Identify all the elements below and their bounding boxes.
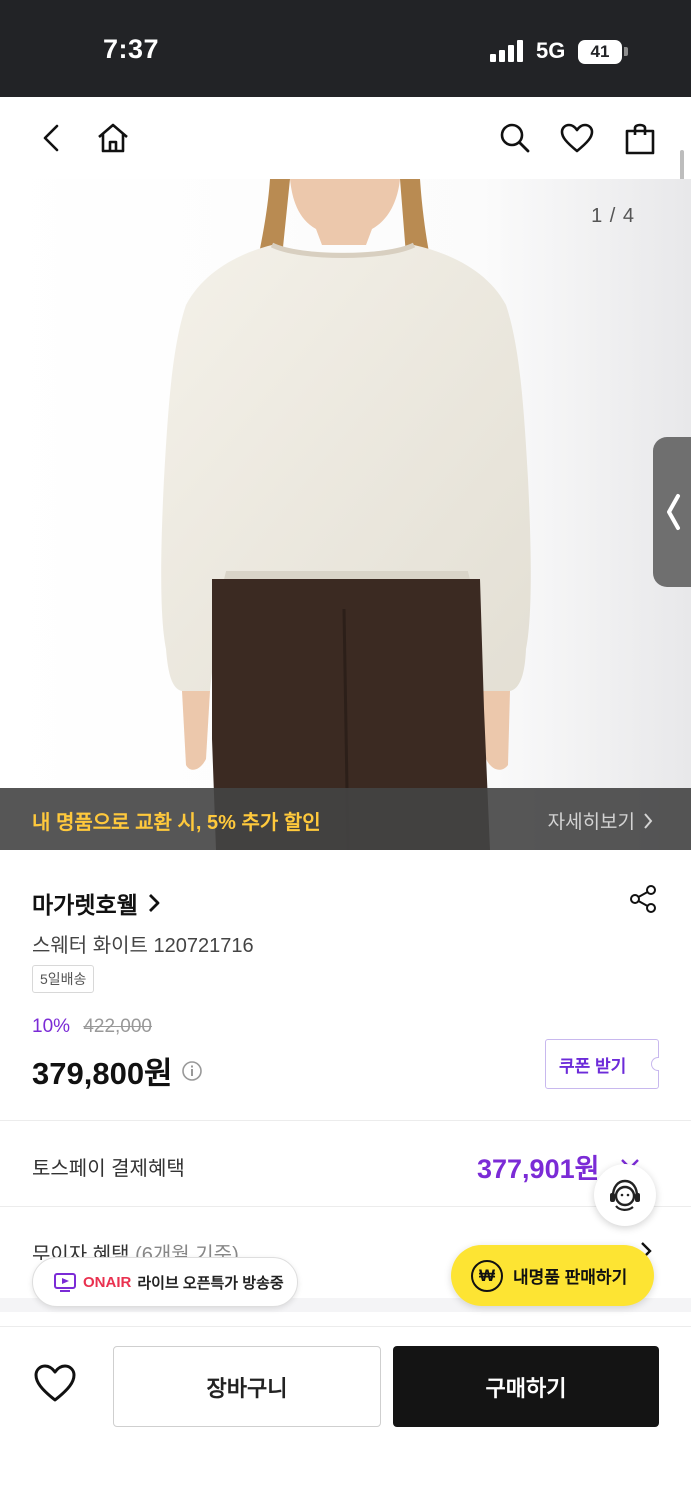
exchange-promo-banner[interactable]: 내 명품으로 교환 시, 5% 추가 할인 자세히보기 <box>0 788 691 850</box>
headset-agent-icon <box>610 1179 640 1211</box>
product-image-gallery[interactable]: 1 / 4 내 명품으로 교환 시, 5% 추가 할인 자세히보기 <box>0 179 691 850</box>
top-nav <box>0 97 691 179</box>
discount-rate: 10% <box>32 1016 71 1037</box>
chevron-left-icon <box>667 494 680 530</box>
promo-more-link[interactable]: 자세히보기 <box>548 807 653 834</box>
wishlist-button[interactable] <box>556 117 598 159</box>
live-tv-icon <box>54 1273 76 1292</box>
brand-link[interactable]: 마가렛호웰 <box>32 886 160 920</box>
search-button[interactable] <box>494 117 536 159</box>
product-name: 스웨터 화이트 120721716 <box>32 935 254 957</box>
sell-my-luxury-button[interactable]: ₩ 내명품 판매하기 <box>451 1245 654 1306</box>
share-button[interactable] <box>628 884 658 914</box>
buy-now-button[interactable]: 구매하기 <box>393 1346 659 1427</box>
side-panel-tab[interactable] <box>653 437 691 587</box>
toss-benefit-label: 토스페이 결제혜택 <box>32 1158 185 1180</box>
promo-text: 내 명품으로 교환 시, 5% 추가 할인 <box>32 812 321 834</box>
discount-row: 10% 422,000 <box>32 1016 152 1038</box>
divider <box>0 1206 691 1207</box>
add-to-cart-button[interactable]: 장바구니 <box>113 1346 381 1427</box>
toss-benefit-price[interactable]: 377,901원 <box>477 1147 599 1186</box>
live-onair-button[interactable]: ONAIR 라이브 오픈특가 방송중 <box>32 1257 298 1307</box>
coupon-label: 쿠폰 받기 <box>559 1056 627 1076</box>
product-photo <box>0 179 691 850</box>
home-button[interactable] <box>92 117 134 159</box>
signal-icon <box>490 40 524 62</box>
network-label: 5G <box>536 38 566 63</box>
shopping-bag-icon <box>625 123 655 155</box>
chevron-right-icon <box>644 812 653 829</box>
customer-support-button[interactable] <box>594 1164 656 1226</box>
bag-button[interactable] <box>619 117 661 159</box>
coupon-button[interactable]: 쿠폰 받기 <box>545 1039 659 1089</box>
heart-icon <box>560 123 594 153</box>
original-price: 422,000 <box>83 1016 152 1037</box>
search-icon <box>500 123 530 153</box>
won-icon: ₩ <box>471 1259 503 1292</box>
status-bar: 7:37 5G 41 <box>0 0 691 97</box>
price-row: 379,800원 <box>32 1048 203 1093</box>
promo-more-label: 자세히보기 <box>547 812 635 833</box>
sell-label: 내명품 판매하기 <box>513 1268 628 1287</box>
onair-text: 라이브 오픈특가 방송중 <box>137 1274 284 1292</box>
back-arrow-icon <box>43 124 59 152</box>
share-icon <box>630 885 656 913</box>
heart-icon <box>34 1364 76 1402</box>
shipping-badge: 5일배송 <box>32 965 95 993</box>
bottom-wishlist-button[interactable] <box>33 1363 81 1407</box>
back-button[interactable] <box>30 117 72 159</box>
status-time: 7:37 <box>103 34 160 64</box>
divider <box>0 1120 691 1121</box>
info-icon[interactable] <box>181 1060 203 1082</box>
brand-name: 마가렛호웰 <box>32 892 138 918</box>
image-counter: 1 / 4 <box>591 205 635 227</box>
chevron-right-icon <box>148 894 160 912</box>
sale-price: 379,800원 <box>32 1056 173 1091</box>
home-icon <box>98 123 128 153</box>
onair-tag: ONAIR <box>83 1273 132 1291</box>
battery-icon: 41 <box>578 40 622 64</box>
